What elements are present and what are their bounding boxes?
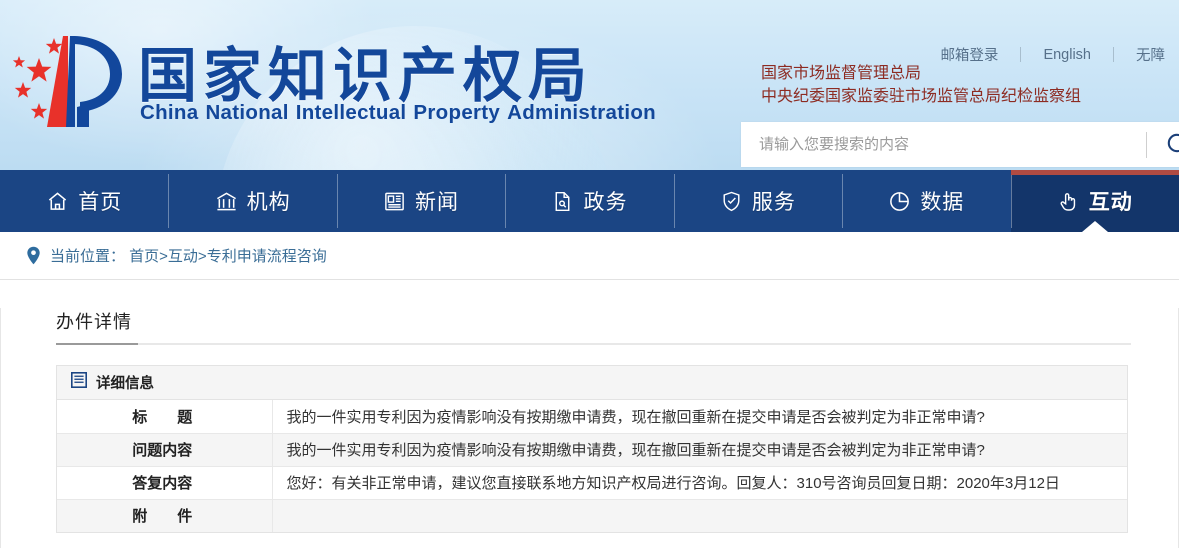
nav-label: 数据 — [920, 191, 965, 214]
main-content: 办件详情 详细信息 标 题 我的一件实用专利因为疫情影响没有按期缴申请费，现在撤… — [0, 308, 1179, 548]
tab-underline — [56, 343, 1131, 345]
nav-label: 新闻 — [415, 191, 460, 214]
list-icon — [71, 372, 87, 393]
bank-icon — [215, 190, 238, 213]
breadcrumb: 当前位置： 首页>互动>专利申请流程咨询 — [0, 232, 1179, 280]
nav-label: 政务 — [583, 191, 628, 214]
nav-item-government-affairs[interactable]: 政务 — [505, 170, 673, 232]
row-label: 问题内容 — [57, 433, 273, 467]
detail-panel-header: 详细信息 — [57, 366, 1127, 400]
home-icon — [46, 190, 69, 213]
nav-item-interaction[interactable]: 互动 — [1010, 170, 1179, 232]
nav-label: 互动 — [1088, 191, 1133, 214]
site-header: 国家知识产权局 China National Intellectual Propert… — [0, 0, 1179, 170]
nav-item-organization[interactable]: 机构 — [168, 170, 336, 232]
site-search — [741, 122, 1179, 167]
location-pin-icon — [26, 246, 41, 265]
table-row: 附 件 — [57, 499, 1127, 532]
row-value: 我的一件实用专利因为疫情影响没有按期缴申请费，现在撤回重新在提交申请是否会被判定… — [272, 400, 1127, 434]
row-value: 我的一件实用专利因为疫情影响没有按期缴申请费，现在撤回重新在提交申请是否会被判定… — [272, 433, 1127, 467]
pie-chart-icon — [888, 190, 911, 213]
brand-en-word: Intellectual — [295, 101, 407, 124]
site-title-en: China National Intellectual Property Adminis… — [140, 101, 663, 125]
nav-item-service[interactable]: 服务 — [673, 170, 842, 232]
active-tab-pointer — [1081, 221, 1108, 232]
breadcrumb-text[interactable]: 当前位置： 首页>互动>专利申请流程咨询 — [50, 245, 327, 266]
detail-panel-title: 详细信息 — [96, 376, 154, 392]
nav-item-news[interactable]: 新闻 — [336, 170, 505, 232]
detail-table: 标 题 我的一件实用专利因为疫情影响没有按期缴申请费，现在撤回重新在提交申请是否… — [57, 400, 1127, 532]
affiliated-agency-block: 国家市场监督管理总局 中央纪委国家监委驻市场监管总局纪检监察组 — [761, 62, 1081, 108]
table-row: 答复内容 您好：有关非正常申请，建议您直接联系地方知识产权局进行咨询。回复人：3… — [57, 466, 1127, 500]
nav-label: 首页 — [78, 191, 123, 214]
row-value-attachment — [272, 499, 1127, 532]
row-value: 您好：有关非正常申请，建议您直接联系地方知识产权局进行咨询。回复人：310号咨询… — [272, 466, 1127, 500]
detail-panel: 详细信息 标 题 我的一件实用专利因为疫情影响没有按期缴申请费，现在撤回重新在提… — [56, 365, 1128, 533]
brand-en-word: National — [205, 101, 289, 124]
row-label: 标 题 — [57, 400, 273, 434]
brand-en-word: Property — [413, 101, 501, 124]
agency-line-2: 中央纪委国家监委驻市场监管总局纪检监察组 — [761, 88, 1082, 105]
brand-en-word: Administration — [507, 101, 656, 124]
row-label: 附 件 — [57, 499, 273, 532]
table-row: 问题内容 我的一件实用专利因为疫情影响没有按期缴申请费，现在撤回重新在提交申请是… — [57, 433, 1127, 467]
tab-case-detail[interactable]: 办件详情 — [56, 308, 132, 343]
newspaper-icon — [383, 190, 406, 213]
row-label: 答复内容 — [57, 466, 273, 500]
document-icon — [551, 190, 574, 213]
search-input[interactable] — [741, 122, 1146, 167]
main-navigation: 首页 机构 新闻 政务 服务 数据 互动 — [0, 170, 1179, 232]
nav-item-data[interactable]: 数据 — [842, 170, 1010, 232]
nav-item-home[interactable]: 首页 — [0, 170, 168, 232]
brand-en-word: China — [140, 101, 199, 124]
search-button[interactable] — [1147, 122, 1179, 167]
nav-label: 服务 — [751, 191, 796, 214]
english-link[interactable]: English — [1021, 47, 1113, 63]
cnipa-logo[interactable] — [6, 22, 132, 140]
nav-label: 机构 — [246, 191, 291, 214]
table-row: 标 题 我的一件实用专利因为疫情影响没有按期缴申请费，现在撤回重新在提交申请是否… — [57, 400, 1127, 434]
agency-line-1: 国家市场监督管理总局 — [761, 65, 922, 82]
accessibility-link[interactable]: 无障 — [1114, 44, 1179, 65]
search-icon — [1167, 133, 1179, 152]
hand-click-icon — [1057, 190, 1080, 213]
tab-bar: 办件详情 — [56, 308, 1156, 345]
shield-icon — [720, 190, 743, 213]
